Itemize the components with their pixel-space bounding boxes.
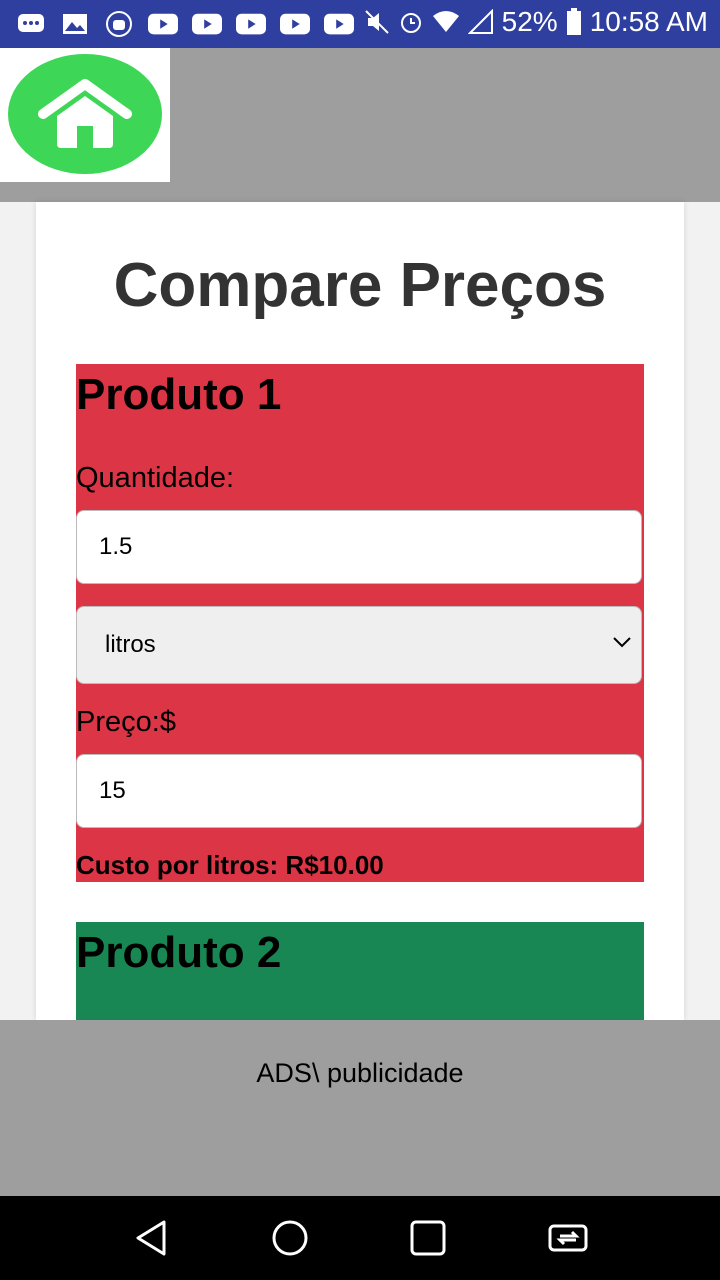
youtube-icon xyxy=(280,10,310,38)
quantity-label: Quantidade: xyxy=(76,462,235,494)
screen-mirror-icon[interactable] xyxy=(546,1216,590,1260)
status-indicators: 52% 10:58 AM xyxy=(364,6,708,38)
page-title: Compare Preços xyxy=(113,251,607,320)
ad-banner[interactable]: ADS\ publicidade xyxy=(0,1020,720,1196)
battery-icon xyxy=(566,8,581,35)
home-button[interactable] xyxy=(0,48,170,182)
chevron-down-icon xyxy=(613,637,631,648)
clock: 10:58 AM xyxy=(589,6,708,37)
youtube-icon xyxy=(148,10,178,38)
android-icon xyxy=(104,10,134,38)
notification-icons xyxy=(16,10,354,38)
youtube-icon xyxy=(192,10,222,38)
cost-per-unit-result: Custo por litros: R$10.00 xyxy=(76,850,384,880)
mute-icon xyxy=(364,10,389,34)
battery-percent: 52% xyxy=(501,6,558,37)
system-navbar xyxy=(0,1196,720,1280)
home-circle-icon[interactable] xyxy=(268,1216,312,1260)
unit-select-value: litros xyxy=(105,631,156,658)
home-logo xyxy=(8,54,162,174)
youtube-icon xyxy=(236,10,266,38)
product-2-section: Produto 2 xyxy=(76,922,644,1020)
alarm-icon xyxy=(400,13,421,33)
image-icon xyxy=(60,10,90,38)
price-input[interactable]: 15 xyxy=(76,754,642,828)
unit-select[interactable]: litros xyxy=(76,606,642,684)
youtube-icon xyxy=(324,10,354,38)
signal-icon xyxy=(467,9,493,34)
back-icon[interactable] xyxy=(130,1216,174,1260)
product-2-title: Produto 2 xyxy=(76,928,282,977)
price-label: Preço:$ xyxy=(76,706,176,738)
status-bar: 52% 10:58 AM xyxy=(0,0,720,48)
wifi-icon xyxy=(432,11,459,32)
ad-text: ADS\ publicidade xyxy=(256,1058,464,1088)
product-1-title: Produto 1 xyxy=(76,370,282,419)
quantity-input[interactable]: 1.5 xyxy=(76,510,642,584)
main-card: Compare Preços Produto 1 Quantidade: 1.5… xyxy=(36,202,684,1020)
recents-icon[interactable] xyxy=(406,1216,450,1260)
home-icon xyxy=(38,79,132,148)
product-1-section: Produto 1 Quantidade: 1.5 litros Preço:$… xyxy=(76,364,644,882)
chat-icon xyxy=(16,10,46,38)
